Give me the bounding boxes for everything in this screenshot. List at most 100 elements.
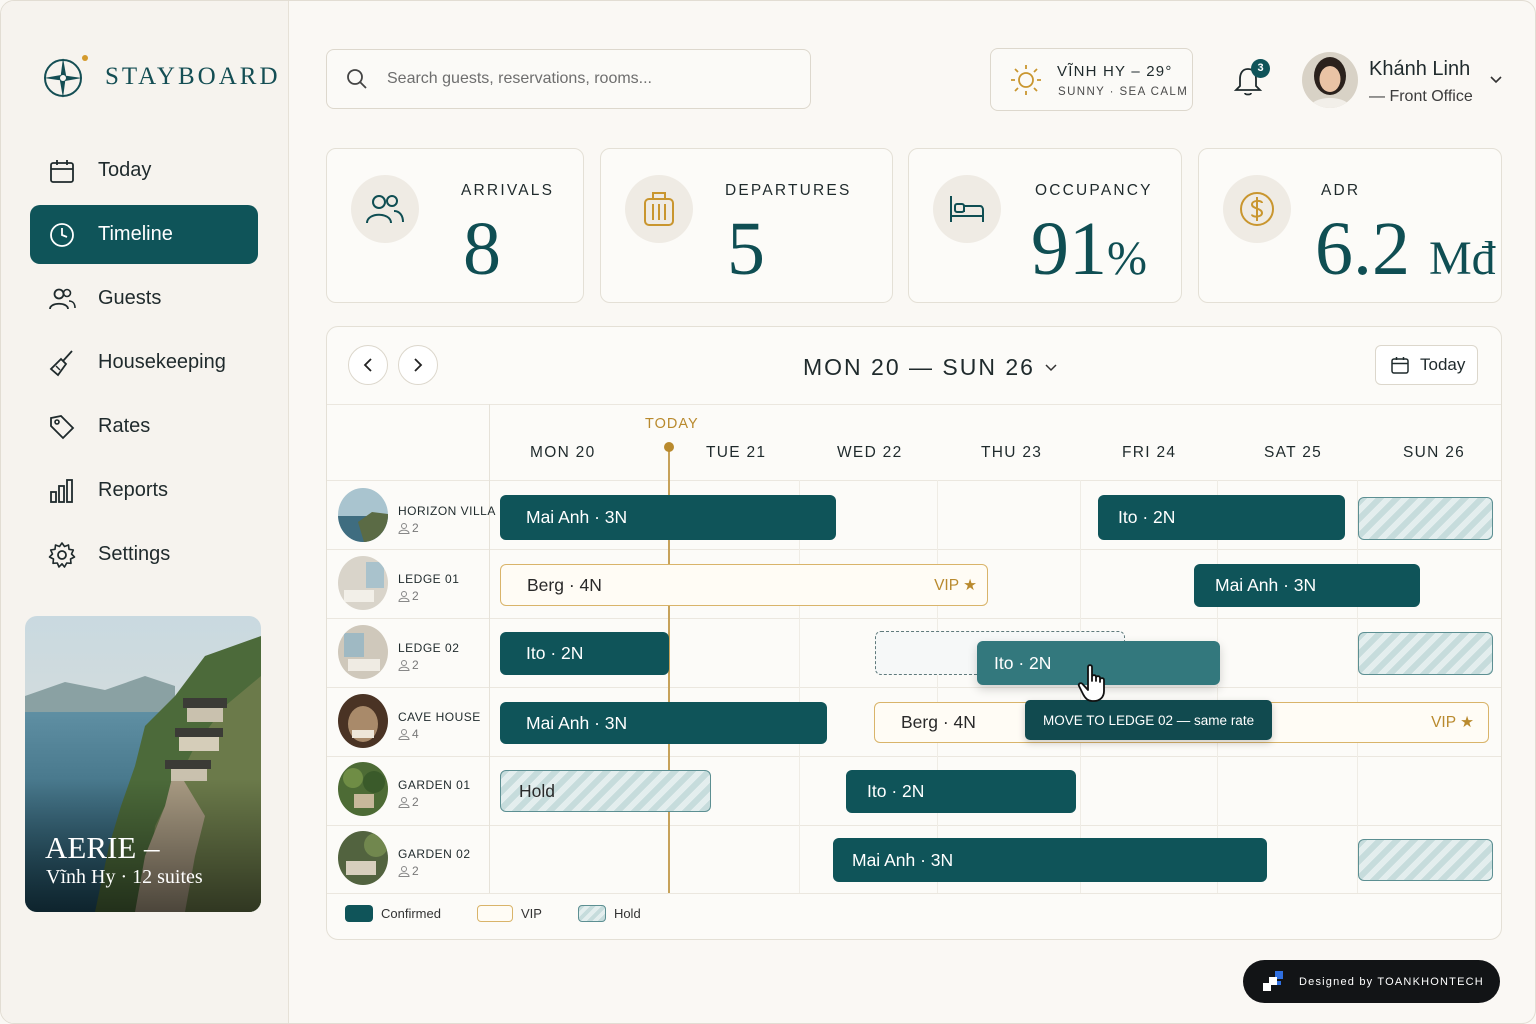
sidebar-item-label: Today — [98, 159, 152, 181]
bar-chart-icon — [50, 478, 73, 503]
chevron-down-icon[interactable] — [1489, 75, 1503, 85]
kpi-icon-wrap — [933, 175, 1001, 243]
kpi-arrivals[interactable]: ARRIVALS 8 — [326, 148, 584, 303]
hold-bar[interactable] — [1358, 497, 1493, 540]
sidebar-item-label: Guests — [98, 287, 162, 309]
sidebar-item-label: Settings — [98, 543, 171, 565]
next-week-button[interactable] — [398, 345, 438, 385]
sidebar-item-settings[interactable]: Settings — [30, 525, 258, 584]
legend-label: VIP — [520, 906, 542, 921]
room-capacity-value: 4 — [412, 727, 419, 741]
room-capacity: 2 — [398, 658, 419, 672]
sidebar-item-timeline[interactable]: Timeline — [30, 205, 258, 264]
clock-icon — [50, 222, 74, 247]
grid-line — [327, 618, 1501, 619]
kpi-occupancy[interactable]: OCCUPANCY 91% — [908, 148, 1182, 303]
sidebar-nav: Today Timeline Guests Housekeeping Rates… — [30, 141, 258, 589]
sidebar-item-today[interactable]: Today — [30, 141, 258, 200]
prev-week-button[interactable] — [348, 345, 388, 385]
grid-line — [327, 480, 1501, 481]
chevron-down-icon — [1045, 363, 1057, 371]
person-icon — [398, 797, 410, 808]
day-header: FRI 24 — [1122, 444, 1177, 461]
room-name: GARDEN 02 — [398, 847, 471, 861]
room-name: GARDEN 01 — [398, 778, 471, 792]
room-capacity: 2 — [398, 589, 419, 603]
booking-bar[interactable]: Mai Anh · 3N — [833, 838, 1267, 882]
kpi-value: 91% — [1031, 211, 1147, 287]
room-name: HORIZON VILLA — [398, 504, 496, 518]
sidebar: STAYBOARD Today Timeline Guests Housekee… — [1, 1, 289, 1023]
brand-name: STAYBOARD — [105, 63, 281, 90]
gear-icon — [48, 541, 76, 568]
user-role: — Front Office — [1369, 88, 1473, 105]
grid-line — [327, 756, 1501, 757]
booking-bar[interactable]: Ito · 2N — [500, 632, 669, 675]
avatar[interactable] — [1301, 50, 1359, 110]
today-button-label: Today — [1420, 355, 1466, 374]
room-capacity: 2 — [398, 521, 419, 535]
person-icon — [398, 591, 410, 602]
person-icon — [398, 866, 410, 877]
grid-line — [1217, 480, 1218, 893]
room-thumbnail — [338, 831, 388, 885]
room-thumbnail — [338, 625, 388, 679]
app-window: STAYBOARD Today Timeline Guests Housekee… — [0, 0, 1536, 1024]
hold-bar[interactable]: Hold — [500, 770, 711, 812]
grid-line — [489, 404, 490, 893]
property-card[interactable]: AERIE – Vĩnh Hy · 12 suites — [25, 616, 261, 912]
bed-icon — [950, 196, 984, 222]
hold-bar[interactable] — [1358, 632, 1493, 675]
kpi-label: ARRIVALS — [461, 182, 555, 199]
grid-line — [937, 480, 938, 893]
today-button[interactable]: Today — [1375, 345, 1478, 385]
kpi-label: DEPARTURES — [725, 182, 852, 199]
search-input[interactable] — [387, 70, 787, 88]
chevron-left-icon — [363, 358, 372, 372]
timeline-panel: MON 20 — SUN 26 Today MON 20 TUE 21 WED … — [326, 326, 1502, 940]
room-capacity-value: 2 — [412, 795, 419, 809]
weather-subtitle: SUNNY · SEA CALM — [1058, 86, 1189, 98]
person-icon — [398, 523, 410, 534]
booking-label: Ito · 2N — [994, 652, 1052, 673]
day-header: THU 23 — [981, 444, 1043, 461]
room-name: LEDGE 01 — [398, 572, 460, 586]
legend-swatch — [345, 905, 373, 922]
booking-label: Mai Anh · 3N — [852, 849, 954, 870]
room-thumbnail — [338, 694, 388, 748]
designer-credit[interactable]: Designed by TOANKHONTECH — [1243, 960, 1500, 1003]
legend-item-confirmed: Confirmed — [345, 905, 441, 922]
drag-tooltip: MOVE TO LEDGE 02 — same rate — [1025, 700, 1273, 740]
booking-bar-vip[interactable]: Berg · 4N VIP ★ — [500, 564, 988, 606]
hold-bar[interactable] — [1358, 839, 1493, 881]
kpi-unit: Mđ — [1429, 232, 1496, 285]
booking-bar[interactable]: Mai Anh · 3N — [500, 495, 836, 540]
sidebar-item-reports[interactable]: Reports — [30, 461, 258, 520]
kpi-departures[interactable]: DEPARTURES 5 — [600, 148, 893, 303]
users-icon — [49, 288, 76, 309]
day-header: SUN 26 — [1403, 444, 1466, 461]
logo[interactable]: STAYBOARD — [41, 53, 281, 101]
sidebar-item-guests[interactable]: Guests — [30, 269, 258, 328]
user-name[interactable]: Khánh Linh — [1369, 58, 1470, 81]
booking-label: Ito · 2N — [867, 781, 925, 801]
weather-widget[interactable]: VĨNH HY – 29° SUNNY · SEA CALM — [990, 48, 1193, 111]
kpi-adr[interactable]: ADR 6.2 Mđ — [1198, 148, 1502, 303]
room-capacity: 4 — [398, 727, 419, 741]
sidebar-item-rates[interactable]: Rates — [30, 397, 258, 456]
search-bar[interactable] — [326, 49, 811, 109]
booking-bar[interactable]: Ito · 2N — [846, 770, 1076, 813]
room-capacity-value: 2 — [412, 589, 419, 603]
sidebar-item-housekeeping[interactable]: Housekeeping — [30, 333, 258, 392]
kpi-icon-wrap — [351, 175, 419, 243]
grid-line — [799, 480, 800, 893]
booking-bar[interactable]: Ito · 2N — [1098, 495, 1345, 540]
date-range-selector[interactable]: MON 20 — SUN 26 — [803, 354, 1057, 381]
person-icon — [398, 729, 410, 740]
kpi-value: 5 — [727, 207, 765, 291]
sidebar-item-label: Housekeeping — [98, 351, 226, 373]
kpi-value: 6.2 Mđ — [1315, 211, 1496, 287]
booking-label: Berg · 4N — [527, 574, 602, 595]
booking-bar[interactable]: Mai Anh · 3N — [1194, 564, 1420, 607]
booking-bar[interactable]: Mai Anh · 3N — [500, 702, 827, 744]
